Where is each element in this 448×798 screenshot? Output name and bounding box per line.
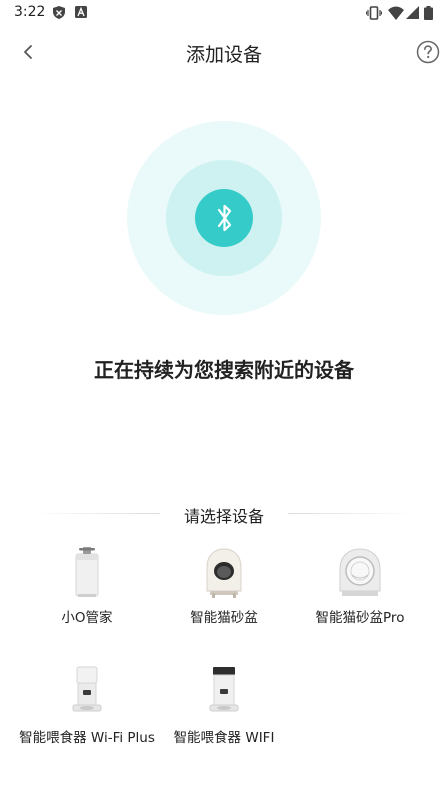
scan-status-text: 正在持续为您搜索附近的设备 <box>94 358 354 382</box>
device-item[interactable]: 智能喂食器 Wi-Fi Plus <box>17 664 157 746</box>
battery-icon <box>424 6 433 20</box>
page-title: 添加设备 <box>185 44 262 66</box>
shield-icon <box>53 6 65 19</box>
signal-icon <box>406 6 419 19</box>
device-item[interactable]: 智能喂食器 WIFI <box>154 664 294 746</box>
device-image <box>339 548 381 596</box>
scan-radar <box>127 121 321 315</box>
device-item[interactable]: 智能猫砂盆Pro <box>290 545 430 626</box>
device-image <box>209 667 239 712</box>
device-label: 智能喂食器 Wi-Fi Plus <box>19 730 155 746</box>
nav-bar: 添加设备 <box>0 26 448 78</box>
device-image <box>206 548 242 598</box>
device-image <box>75 547 99 597</box>
device-label: 智能猫砂盆Pro <box>315 610 405 626</box>
a-badge-icon <box>75 6 87 18</box>
status-bar: 3:22 <box>0 0 448 26</box>
device-item[interactable]: 小O管家 <box>17 545 157 626</box>
status-time: 3:22 <box>14 4 46 20</box>
wifi-icon <box>388 6 404 20</box>
section-title: 请选择设备 <box>183 507 264 526</box>
device-item[interactable]: 智能猫砂盆 <box>154 545 294 626</box>
device-label: 小O管家 <box>61 610 113 626</box>
device-label: 智能喂食器 WIFI <box>173 730 275 746</box>
divider-right <box>288 513 418 514</box>
radar-rings <box>127 121 321 315</box>
question-circle-icon[interactable] <box>416 40 440 64</box>
vibrate-icon <box>366 6 382 20</box>
device-image <box>72 666 102 712</box>
device-label: 智能猫砂盆 <box>190 610 258 626</box>
